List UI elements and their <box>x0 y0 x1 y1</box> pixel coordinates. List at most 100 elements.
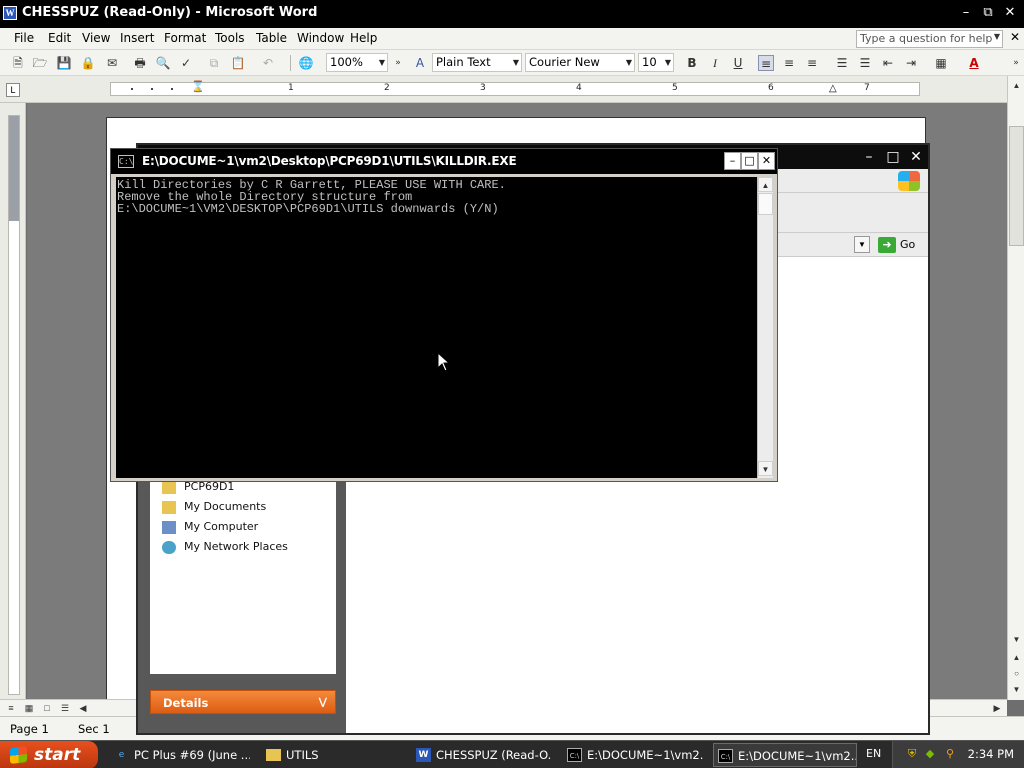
zoom-select[interactable]: 100% ▼ <box>326 53 388 72</box>
menu-insert[interactable]: Insert <box>120 31 154 45</box>
right-indent-marker[interactable]: △ <box>829 83 837 94</box>
bullets-icon[interactable]: ☰ <box>857 55 873 71</box>
normal-view-icon[interactable]: ≡ <box>4 701 18 715</box>
scroll-down-icon[interactable]: ▼ <box>758 461 773 476</box>
previous-page-icon[interactable]: ▲ <box>1009 650 1024 665</box>
vertical-ruler-bar[interactable] <box>8 115 20 695</box>
clock[interactable]: 2:34 PM <box>968 747 1014 761</box>
console-scroll-thumb[interactable] <box>758 193 773 215</box>
word-vertical-scrollbar[interactable]: ▲ ▼ ▲ ○ ▼ <box>1007 76 1024 700</box>
next-page-icon[interactable]: ▼ <box>1009 682 1024 697</box>
task-pc-plus[interactable]: e PC Plus #69 (June ... <box>110 743 250 767</box>
font-size-select[interactable]: 10 ▼ <box>638 53 674 72</box>
numbering-icon[interactable]: ☰ <box>834 55 850 71</box>
scroll-right-icon[interactable]: ▶ <box>990 701 1004 715</box>
task-console-1[interactable]: C:\ E:\DOCUME~1\vm2... <box>563 743 703 767</box>
console-close-button[interactable]: ✕ <box>758 152 775 170</box>
console-scrollbar[interactable]: ▲ ▼ <box>757 177 773 478</box>
horizontal-ruler[interactable]: ⌛ 1 2 3 4 5 6 7 △ <box>110 80 920 96</box>
tab-selector[interactable]: L <box>6 83 20 97</box>
web-icon[interactable]: 🌐 <box>298 55 314 71</box>
task-console-2[interactable]: C:\ E:\DOCUME~1\vm2... <box>713 743 857 767</box>
explorer-maximize-button[interactable]: □ <box>883 147 903 167</box>
align-left-icon[interactable]: ≡ <box>758 55 774 71</box>
start-button[interactable]: start <box>0 741 98 768</box>
place-pcp69d1[interactable]: PCP69D1 <box>162 480 234 494</box>
address-dropdown-icon[interactable]: ▼ <box>854 236 870 253</box>
menu-help[interactable]: Help <box>350 31 377 45</box>
console-icon[interactable]: C:\ <box>118 155 134 168</box>
toolbar-options-icon[interactable]: » <box>390 55 406 71</box>
italic-icon[interactable]: I <box>707 55 723 71</box>
task-chesspuz[interactable]: W CHESSPUZ (Read-O... <box>412 743 552 767</box>
chevron-down-icon[interactable]: ⋁ <box>319 691 327 715</box>
paste-icon[interactable]: 📋 <box>230 55 246 71</box>
toolbar-options-icon[interactable]: » <box>1008 55 1024 71</box>
help-search-input[interactable]: Type a question for help ▼ <box>856 30 1003 48</box>
chevron-down-icon[interactable]: ▼ <box>994 32 1000 41</box>
explorer-close-button[interactable]: ✕ <box>906 147 926 167</box>
menu-format[interactable]: Format <box>164 31 206 45</box>
style-select[interactable]: Plain Text ▼ <box>432 53 522 72</box>
open-icon[interactable]: 🗁 <box>32 55 48 71</box>
console-maximize-button[interactable]: □ <box>741 152 758 170</box>
console-window[interactable]: C:\ E:\DOCUME~1\vm2\Desktop\PCP69D1\UTIL… <box>110 148 778 482</box>
indent-marker[interactable]: ⌛ <box>191 80 205 93</box>
align-right-icon[interactable]: ≡ <box>804 55 820 71</box>
borders-icon[interactable]: ▦ <box>933 55 949 71</box>
go-button[interactable]: ➜ Go <box>878 236 926 254</box>
print-icon[interactable]: 🖶 <box>132 55 148 71</box>
scroll-up-icon[interactable]: ▲ <box>758 177 773 192</box>
console-output[interactable]: Kill Directories by C R Garrett, PLEASE … <box>116 177 757 478</box>
email-icon[interactable]: ✉ <box>104 55 120 71</box>
align-center-icon[interactable]: ≡ <box>781 55 797 71</box>
underline-icon[interactable]: U <box>730 55 746 71</box>
search-icon[interactable]: ⚲ <box>943 747 957 761</box>
menu-view[interactable]: View <box>82 31 110 45</box>
close-document-icon[interactable]: ✕ <box>1010 30 1020 44</box>
place-my-documents[interactable]: My Documents <box>162 500 266 514</box>
language-indicator[interactable]: EN <box>866 747 881 760</box>
print-view-icon[interactable]: □ <box>40 701 54 715</box>
save-icon[interactable]: 💾 <box>56 55 72 71</box>
minimize-button[interactable]: – <box>956 4 976 22</box>
menu-edit[interactable]: Edit <box>48 31 71 45</box>
explorer-minimize-button[interactable]: – <box>859 147 879 167</box>
place-my-network-places[interactable]: My Network Places <box>162 540 288 554</box>
print-preview-icon[interactable]: 🔍 <box>155 55 171 71</box>
details-panel-header[interactable]: Details ⋁ <box>150 690 336 714</box>
web-view-icon[interactable]: ▦ <box>22 701 36 715</box>
task-utils[interactable]: UTILS <box>262 743 402 767</box>
menu-tools[interactable]: Tools <box>215 31 245 45</box>
word-title-bar[interactable]: W CHESSPUZ (Read-Only) - Microsoft Word … <box>0 0 1024 28</box>
scroll-thumb[interactable] <box>1009 126 1024 246</box>
styles-icon[interactable]: A <box>412 55 428 71</box>
outline-view-icon[interactable]: ☰ <box>58 701 72 715</box>
copy-icon[interactable]: ⧉ <box>206 55 222 71</box>
decrease-indent-icon[interactable]: ⇤ <box>880 55 896 71</box>
scroll-down-icon[interactable]: ▼ <box>1009 632 1024 647</box>
restore-button[interactable]: ⧉ <box>978 4 998 22</box>
scroll-left-icon[interactable]: ◀ <box>76 701 90 715</box>
console-title-bar[interactable]: C:\ E:\DOCUME~1\vm2\Desktop\PCP69D1\UTIL… <box>111 149 777 174</box>
browse-object-icon[interactable]: ○ <box>1009 666 1024 681</box>
word-app-icon[interactable]: W <box>3 6 17 20</box>
undo-icon[interactable]: ↶ <box>260 55 276 71</box>
font-color-icon[interactable]: A <box>966 55 982 71</box>
menu-window[interactable]: Window <box>297 31 344 45</box>
place-my-computer[interactable]: My Computer <box>162 520 258 534</box>
menu-file[interactable]: File <box>14 31 34 45</box>
bold-icon[interactable]: B <box>684 55 700 71</box>
permission-icon[interactable]: 🔒 <box>80 55 96 71</box>
font-select[interactable]: Courier New ▼ <box>525 53 635 72</box>
network-tray-icon[interactable]: ◆ <box>923 747 937 761</box>
new-document-icon[interactable]: 🗎 <box>10 55 26 71</box>
security-shield-icon[interactable]: ⛨ <box>905 747 919 761</box>
increase-indent-icon[interactable]: ⇥ <box>903 55 919 71</box>
console-minimize-button[interactable]: – <box>724 152 741 170</box>
menu-table[interactable]: Table <box>256 31 287 45</box>
style-value: Plain Text <box>436 55 491 69</box>
close-button[interactable]: ✕ <box>1000 4 1020 22</box>
spelling-icon[interactable]: ✓ <box>178 55 194 71</box>
scroll-up-icon[interactable]: ▲ <box>1009 78 1024 93</box>
